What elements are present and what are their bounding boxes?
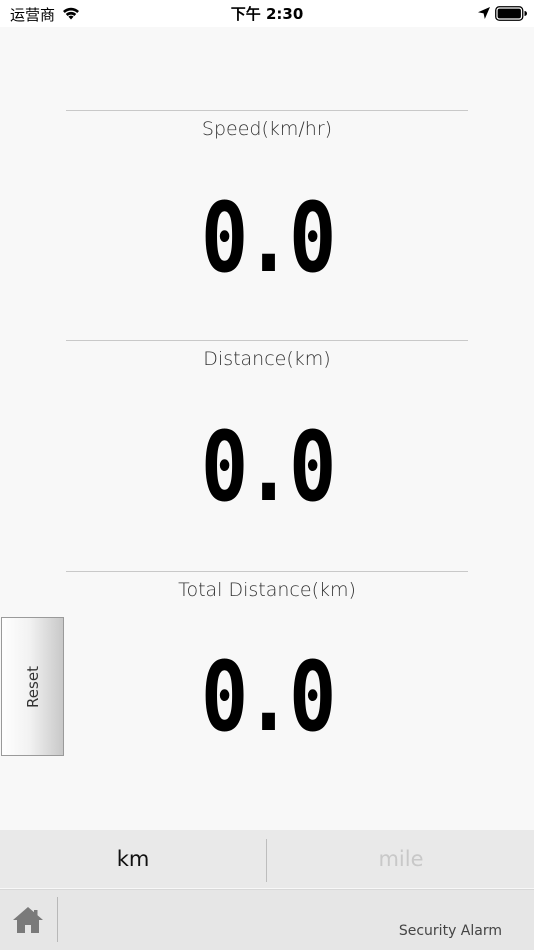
section-divider (66, 571, 468, 572)
speed-label: Speed(km/hr) (201, 118, 333, 140)
location-arrow-icon (478, 7, 490, 19)
section-divider (66, 110, 468, 111)
unit-mile-button[interactable]: mile (268, 830, 534, 888)
total-distance-value: 0.0 (200, 641, 337, 753)
reset-button[interactable]: Reset (1, 617, 64, 756)
security-alarm-button[interactable]: Security Alarm (399, 923, 502, 939)
status-bar: 运营商 下午 2:30 (0, 0, 534, 27)
distance-value: 0.0 (200, 411, 337, 523)
unit-km-button[interactable]: km (0, 830, 266, 888)
total-distance-label: Total Distance(km) (178, 579, 356, 601)
home-icon[interactable] (10, 902, 46, 938)
unit-switcher: km mile (0, 830, 534, 888)
speed-value: 0.0 (200, 182, 337, 294)
bottom-divider (57, 897, 58, 942)
battery-full-icon (495, 6, 527, 21)
unit-divider (266, 839, 267, 882)
distance-label: Distance(km) (203, 348, 331, 370)
reset-label: Reset (23, 665, 42, 708)
status-time: 下午 2:30 (230, 5, 304, 23)
section-divider (66, 340, 468, 341)
bottom-bar: Security Alarm (0, 889, 534, 950)
